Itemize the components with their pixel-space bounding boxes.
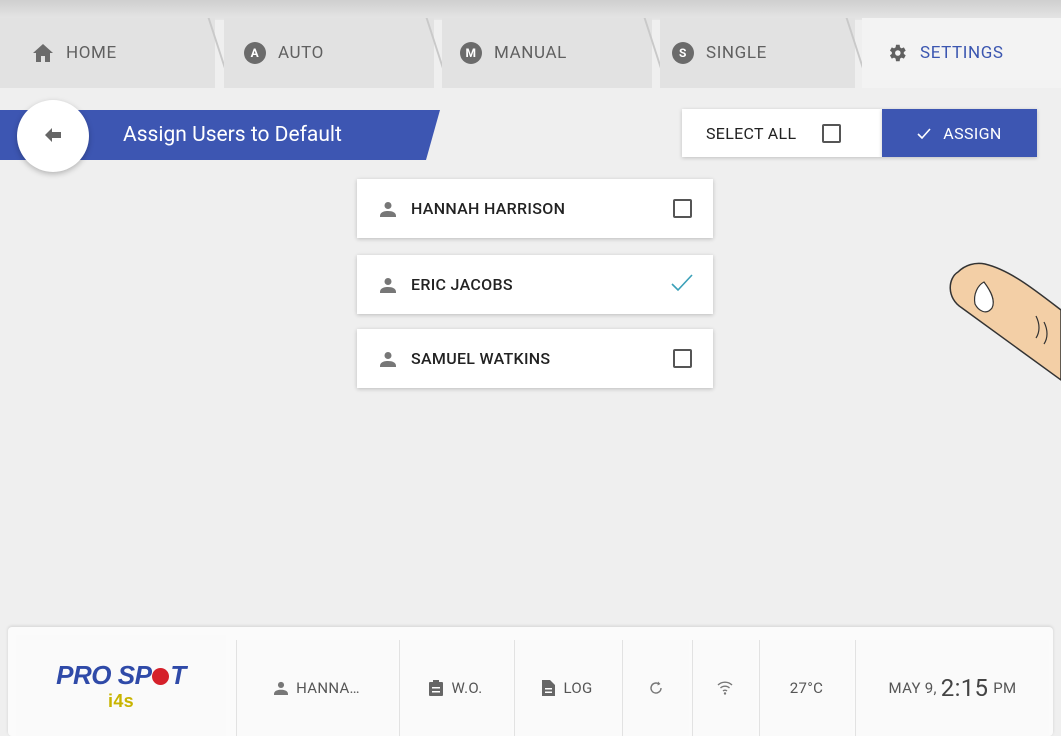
person-icon: [380, 351, 396, 367]
tab-auto[interactable]: A AUTO: [224, 18, 434, 88]
log-button[interactable]: LOG: [514, 640, 620, 736]
tab-settings[interactable]: SETTINGS: [862, 18, 1061, 88]
logo-subtext: i4s: [108, 690, 134, 711]
document-icon: [542, 680, 556, 696]
clipboard-icon: [429, 680, 444, 696]
logo-text: PRO SP: [56, 659, 152, 690]
datetime-display: MAY 9, 2:15 PM: [855, 640, 1049, 736]
refresh-icon: [649, 681, 663, 695]
home-icon: [32, 43, 54, 63]
user-name: ERIC JACOBS: [411, 275, 513, 294]
auto-icon: A: [244, 42, 266, 64]
time-value: 2:15: [940, 674, 989, 702]
wifi-button[interactable]: [692, 640, 757, 736]
current-user-label: HANNA…: [296, 679, 360, 697]
check-icon: [917, 127, 931, 139]
select-all-checkbox[interactable]: [822, 123, 842, 143]
user-row[interactable]: HANNAH HARRISON: [357, 179, 713, 238]
refresh-button[interactable]: [622, 640, 689, 736]
checkmark-icon[interactable]: [671, 274, 693, 296]
page-title: Assign Users to Default: [123, 123, 342, 147]
pointing-finger-image: [940, 250, 1061, 390]
work-order-button[interactable]: W.O.: [399, 640, 512, 736]
log-label: LOG: [563, 679, 593, 697]
user-checkbox[interactable]: [673, 199, 692, 218]
single-icon: S: [672, 42, 694, 64]
user-row[interactable]: SAMUEL WATKINS: [357, 329, 713, 388]
tab-manual-label: MANUAL: [494, 43, 567, 63]
logo-text-end: T: [170, 659, 186, 690]
user-checkbox[interactable]: [673, 349, 692, 368]
date-value: MAY 9,: [888, 679, 937, 697]
wifi-icon: [717, 681, 733, 695]
manual-icon: M: [460, 42, 482, 64]
tab-settings-label: SETTINGS: [920, 43, 1004, 63]
tab-single[interactable]: S SINGLE: [660, 18, 855, 88]
user-name: SAMUEL WATKINS: [411, 349, 551, 368]
logo: PRO SP T i4s: [16, 635, 226, 736]
work-order-label: W.O.: [451, 679, 483, 697]
select-all-button[interactable]: SELECT ALL: [682, 109, 882, 157]
logo-dot-icon: [152, 667, 170, 685]
ampm-value: PM: [993, 679, 1017, 697]
temperature-value: 27°C: [789, 679, 824, 697]
tab-manual[interactable]: M MANUAL: [442, 18, 652, 88]
user-name: HANNAH HARRISON: [411, 199, 566, 218]
tab-single-label: SINGLE: [706, 43, 767, 63]
tab-home[interactable]: HOME: [0, 18, 215, 88]
person-icon: [274, 681, 289, 695]
assign-label: ASSIGN: [943, 123, 1002, 143]
person-icon: [380, 201, 396, 217]
user-row[interactable]: ERIC JACOBS: [357, 255, 713, 314]
back-button[interactable]: [17, 100, 89, 172]
select-all-label: SELECT ALL: [706, 123, 797, 143]
gear-icon: [886, 42, 908, 64]
tab-auto-label: AUTO: [278, 43, 324, 63]
temperature-display: 27°C: [759, 640, 853, 736]
user-status-button[interactable]: HANNA…: [236, 640, 397, 736]
arrow-left-icon: [45, 127, 61, 146]
person-icon: [380, 277, 396, 293]
top-band: [0, 0, 1061, 20]
assign-button[interactable]: ASSIGN: [882, 109, 1037, 157]
tab-home-label: HOME: [66, 43, 117, 63]
